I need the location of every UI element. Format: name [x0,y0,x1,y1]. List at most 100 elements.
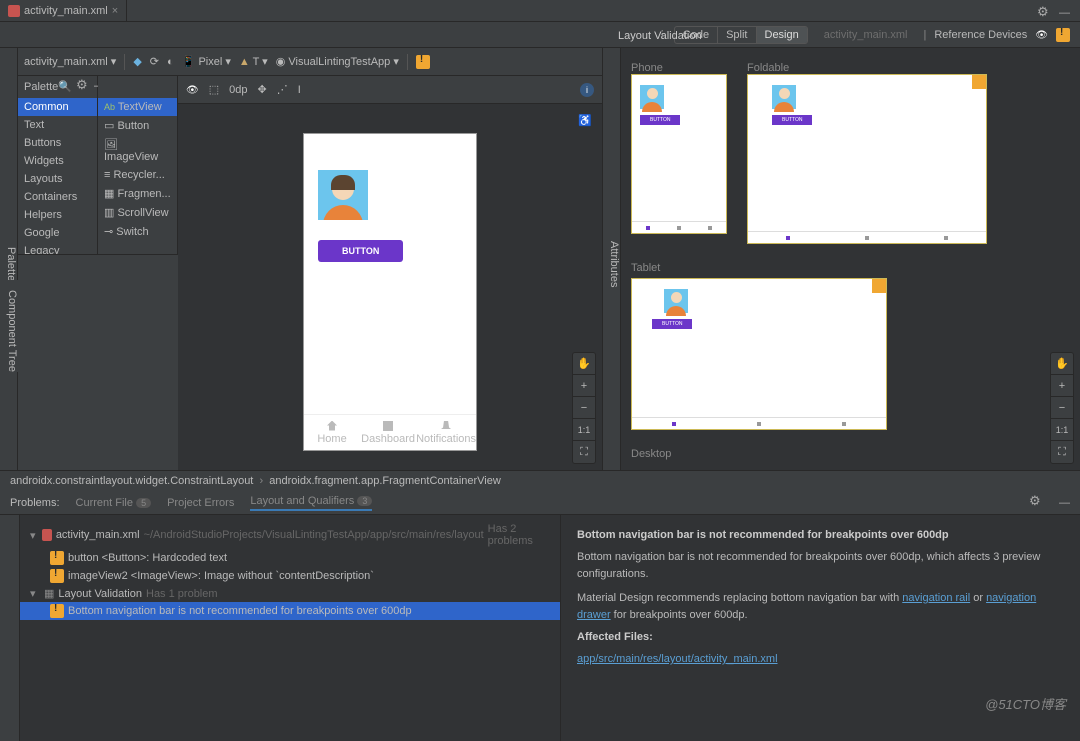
zoom-fit-icon[interactable]: 1:1 [573,419,595,441]
tab-current-file[interactable]: Current File 5 [76,497,152,509]
file-dropdown[interactable]: activity_main.xml ▾ [24,55,116,68]
detail-title: Bottom navigation bar is not recommended… [577,529,1064,541]
pan-tool-icon[interactable]: ✋ [1051,353,1073,375]
nav-dashboard[interactable]: Dashboard [360,415,416,450]
palette-cat-google[interactable]: Google [18,224,97,242]
component-tree-side-tab[interactable]: Component Tree [0,280,18,372]
affected-file-link[interactable]: app/src/main/res/layout/activity_main.xm… [577,653,778,665]
info-icon[interactable]: i [580,83,594,97]
api-dropdown[interactable]: ▲ T ▾ [239,55,268,68]
file-tab[interactable]: activity_main.xml × [0,0,127,22]
warning-icon [50,604,64,618]
breadcrumb-item[interactable]: androidx.constraintlayout.widget.Constra… [10,475,253,487]
design-mode[interactable]: Design [757,27,807,43]
minimize-icon[interactable]: — [1059,497,1070,509]
palette-item-button[interactable]: ▭ Button [98,116,177,135]
tab-project-errors[interactable]: Project Errors [167,497,234,509]
button-widget[interactable]: BUTTON [318,240,403,262]
select-icon[interactable]: ⬚ [209,83,219,96]
top-toolbar: ⋮ Code Split Design activity_main.xml | … [0,22,1080,48]
tab-layout-qualifiers[interactable]: Layout and Qualifiers 3 [250,495,372,511]
device-preview[interactable]: BUTTON Home Dashboard Notifications [304,134,476,450]
nav-rail-link[interactable]: navigation rail [902,592,970,604]
bottom-nav[interactable]: Home Dashboard Notifications [304,414,476,450]
nav-notifications[interactable]: Notifications [416,415,476,450]
detail-body: Material Design recommends replacing bot… [577,590,1064,623]
palette-cat-common[interactable]: Common [18,98,97,116]
file-icon [42,529,52,541]
nav-home[interactable]: Home [304,415,360,450]
tablet-preview[interactable]: BUTTON [631,278,887,430]
problems-tree: ▾ activity_main.xml ~/AndroidStudioProje… [20,515,560,741]
palette-cat-buttons[interactable]: Buttons [18,134,97,152]
palette-item-scrollview[interactable]: ▥ ScrollView [98,203,177,222]
warning-icon[interactable] [1056,28,1070,42]
palette-cat-containers[interactable]: Containers [18,188,97,206]
palette-cat-widgets[interactable]: Widgets [18,152,97,170]
theme-dropdown[interactable]: ◉ VisualLintingTestApp ▾ [276,55,399,68]
reference-devices[interactable]: Reference Devices [934,29,1027,41]
attributes-side-tab[interactable]: Attributes [602,48,620,470]
warning-icon[interactable] [972,75,986,89]
pan-tool-icon[interactable]: ✋ [573,353,595,375]
close-icon[interactable]: × [112,5,118,17]
palette-cat-helpers[interactable]: Helpers [18,206,97,224]
split-mode[interactable]: Split [718,27,756,43]
file-icon [8,5,20,17]
palette-cat-layouts[interactable]: Layouts [18,170,97,188]
inactive-val-tab[interactable]: activity_main.xml [816,29,916,41]
nightmode-icon[interactable]: ◐ [167,56,174,68]
zoom-out-icon[interactable]: − [1051,397,1073,419]
surface-icon[interactable]: ◆ [133,55,141,68]
design-surface[interactable]: ♿ BUTTON Home Dashboard Notifications ✋ … [178,104,602,470]
zoom-actual-icon[interactable]: ⛶ [573,441,595,463]
align-icon[interactable]: I [298,84,301,96]
foldable-preview[interactable]: BUTTON [747,74,987,244]
tree-warning-row[interactable]: button <Button>: Hardcoded text [20,549,560,567]
pan-icon[interactable]: ✥ [257,83,266,96]
zoom-actual-icon[interactable]: ⛶ [1051,441,1073,463]
palette-item-imageview[interactable]: 🖼 ImageView [98,135,177,166]
device-dropdown[interactable]: 📱 Pixel ▾ [182,55,231,68]
problems-label: Problems: [10,497,60,509]
palette-item-textview[interactable]: Ab TextView [98,98,177,116]
surface-tools: ⬚ 0dp ✥ ⋰ I i [178,76,602,104]
search-icon[interactable]: 🔍 [58,80,72,94]
tree-file-row[interactable]: ▾ activity_main.xml ~/AndroidStudioProje… [20,521,560,549]
magic-icon[interactable]: ⋰ [277,83,288,96]
layout-validation-panel: Phone BUTTON Foldable BUTTON [620,48,1080,470]
zoom-in-icon[interactable]: + [573,375,595,397]
orientation-icon[interactable]: ⟳ [150,55,159,68]
tree-layout-validation-row[interactable]: ▾▦ Layout Validation Has 1 problem [20,585,560,602]
palette-item-recycler[interactable]: ≡ Recycler... [98,166,177,184]
accessibility-icon[interactable]: ♿ [578,114,592,127]
detail-body: Bottom navigation bar is not recommended… [577,549,1064,582]
minimize-icon[interactable]: — [1059,7,1070,21]
tree-warning-row[interactable]: imageView2 <ImageView>: Image without `c… [20,567,560,585]
palette-side-tab[interactable]: Palette [0,48,18,470]
palette-item-switch[interactable]: ⊸ Switch [98,222,177,241]
zoom-fit-icon[interactable]: 1:1 [1051,419,1073,441]
main-area: Palette activity_main.xml ▾ ◆ ⟳ ◐ 📱 Pixe… [0,48,1080,470]
tree-selected-warning[interactable]: Bottom navigation bar is not recommended… [20,602,560,620]
toolbar-warning-icon[interactable] [416,55,430,69]
warning-icon [50,551,64,565]
palette-gear-icon[interactable] [76,80,90,94]
palette-item-fragment[interactable]: ▦ Fragmen... [98,184,177,203]
warning-icon[interactable] [872,279,886,293]
zoom-out-icon[interactable]: − [573,397,595,419]
design-editor: activity_main.xml ▾ ◆ ⟳ ◐ 📱 Pixel ▾ ▲ T … [18,48,602,470]
zoom-value[interactable]: 0dp [229,84,247,96]
desktop-label: Desktop [631,448,1070,460]
layout-validation-title: Layout Validation [618,30,702,42]
visibility-icon[interactable] [1035,29,1048,41]
warning-icon [50,569,64,583]
palette-cat-text[interactable]: Text [18,116,97,134]
visibility-icon[interactable] [186,84,199,96]
phone-preview[interactable]: BUTTON [631,74,727,234]
zoom-in-icon[interactable]: + [1051,375,1073,397]
avatar-image[interactable] [318,170,368,220]
problems-gear-icon[interactable] [1029,496,1043,510]
gear-icon[interactable] [1037,7,1051,21]
breadcrumb-item[interactable]: androidx.fragment.app.FragmentContainerV… [269,475,501,487]
